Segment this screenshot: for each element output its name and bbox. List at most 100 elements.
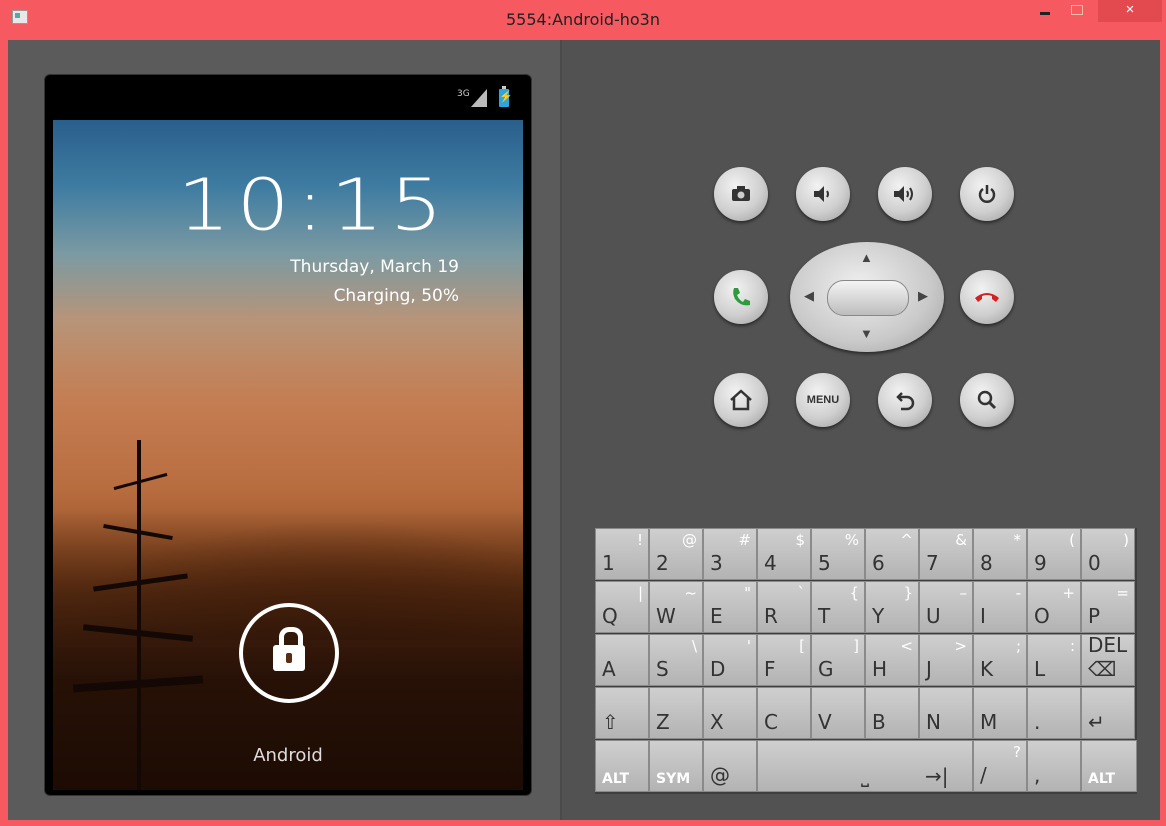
key-4-9[interactable]: . bbox=[1027, 687, 1081, 739]
sym-key[interactable]: SYM bbox=[649, 740, 703, 792]
at-key[interactable]: @ bbox=[703, 740, 757, 792]
call-button[interactable] bbox=[714, 270, 768, 324]
key-1-8[interactable]: 8 * bbox=[973, 528, 1027, 580]
key-4-7[interactable]: N bbox=[919, 687, 973, 739]
lock-icon bbox=[273, 645, 305, 671]
key-4-5[interactable]: V bbox=[811, 687, 865, 739]
minimize-button[interactable] bbox=[1032, 0, 1058, 22]
minimize-icon bbox=[1040, 12, 1050, 15]
key-2-6[interactable]: Y} bbox=[865, 581, 919, 633]
key-4-6[interactable]: B bbox=[865, 687, 919, 739]
key-3-3[interactable]: D ' bbox=[703, 634, 757, 686]
unlock-button[interactable] bbox=[239, 603, 339, 703]
camera-button[interactable] bbox=[714, 167, 768, 221]
key-3-8[interactable]: K; bbox=[973, 634, 1027, 686]
key-2-2[interactable]: W ~ bbox=[649, 581, 703, 633]
key-2-7[interactable]: U – bbox=[919, 581, 973, 633]
volume-down-button[interactable] bbox=[796, 167, 850, 221]
volume-up-button[interactable] bbox=[878, 167, 932, 221]
charging-status: Charging, 50% bbox=[333, 286, 459, 306]
key-1-3[interactable]: 3 # bbox=[703, 528, 757, 580]
key-1-1[interactable]: 1! bbox=[595, 528, 649, 580]
key-2-9[interactable]: O + bbox=[1027, 581, 1081, 633]
key-1-6[interactable]: 6 ^ bbox=[865, 528, 919, 580]
comma-key[interactable]: , bbox=[1027, 740, 1081, 792]
back-button[interactable] bbox=[878, 373, 932, 427]
key-label: O bbox=[1034, 604, 1050, 628]
key-2-10[interactable]: P = bbox=[1081, 581, 1135, 633]
home-button[interactable] bbox=[714, 373, 768, 427]
key-alt-label: @ bbox=[682, 531, 697, 549]
key-4-1[interactable]: ⇧ bbox=[595, 687, 649, 739]
dpad-center-button[interactable] bbox=[827, 280, 909, 316]
close-button[interactable]: × bbox=[1098, 0, 1162, 22]
menu-button[interactable]: MENU bbox=[796, 373, 850, 427]
key-3-4[interactable]: F[ bbox=[757, 634, 811, 686]
search-icon bbox=[977, 390, 997, 410]
key-label: E bbox=[710, 604, 723, 628]
key-3-9[interactable]: L: bbox=[1027, 634, 1081, 686]
key-alt-label: } bbox=[903, 584, 913, 602]
device-pane: 3G 10:15 Thursday, March 19 Ch bbox=[8, 40, 562, 820]
key-label: H bbox=[872, 657, 888, 681]
key-label: G bbox=[818, 657, 834, 681]
hardware-controls-pane: ▲ ▼ ◀ ▶ MENU 1! 2 @3 #4 $5% 6 ^ 7 & 8 * 9(0) Q | W ~ E " R… bbox=[562, 40, 1160, 820]
key-label: 8 bbox=[980, 551, 993, 575]
emulator-window: 5554:Android-ho3n × 3G ⚡ 10:15 Thursday,… bbox=[0, 0, 1166, 826]
key-1-2[interactable]: 2 @ bbox=[649, 528, 703, 580]
key-3-2[interactable]: S \ bbox=[649, 634, 703, 686]
key-4-10[interactable]: ↵ bbox=[1081, 687, 1135, 739]
key-4-4[interactable]: C bbox=[757, 687, 811, 739]
key-4-3[interactable]: X bbox=[703, 687, 757, 739]
key-2-5[interactable]: T{ bbox=[811, 581, 865, 633]
alt-left-key[interactable]: ALT bbox=[595, 740, 649, 792]
key-3-7[interactable]: J > bbox=[919, 634, 973, 686]
key-label: M bbox=[980, 710, 998, 734]
key-2-1[interactable]: Q | bbox=[595, 581, 649, 633]
power-button[interactable] bbox=[960, 167, 1014, 221]
alt-right-key[interactable]: ALT bbox=[1081, 740, 1137, 792]
key-label: V bbox=[818, 710, 832, 734]
key-1-10[interactable]: 0) bbox=[1081, 528, 1135, 580]
key-label: 2 bbox=[656, 551, 669, 575]
key-alt-label: % bbox=[844, 531, 859, 549]
key-label: ↵ bbox=[1088, 710, 1105, 734]
key-2-8[interactable]: I- bbox=[973, 581, 1027, 633]
key-alt-label: – bbox=[959, 584, 968, 602]
dpad[interactable]: ▲ ▼ ◀ ▶ bbox=[790, 242, 944, 352]
key-label: B bbox=[872, 710, 886, 734]
key-alt-label: ; bbox=[1015, 637, 1021, 655]
key-label: W bbox=[656, 604, 676, 628]
key-3-5[interactable]: G] bbox=[811, 634, 865, 686]
key-label: 9 bbox=[1034, 551, 1047, 575]
key-3-6[interactable]: H < bbox=[865, 634, 919, 686]
tab-key[interactable]: →| bbox=[919, 740, 973, 792]
key-1-9[interactable]: 9( bbox=[1027, 528, 1081, 580]
dpad-up-icon[interactable]: ▲ bbox=[860, 250, 873, 265]
title-bar[interactable]: 5554:Android-ho3n × bbox=[0, 0, 1166, 40]
key-2-3[interactable]: E " bbox=[703, 581, 757, 633]
key-label: N bbox=[926, 710, 941, 734]
status-bar: 3G bbox=[45, 75, 531, 120]
dpad-right-icon[interactable]: ▶ bbox=[918, 288, 928, 304]
key-label: T bbox=[818, 604, 831, 628]
key-1-5[interactable]: 5% bbox=[811, 528, 865, 580]
key-alt-label: " bbox=[744, 584, 751, 602]
key-1-4[interactable]: 4 $ bbox=[757, 528, 811, 580]
end-call-button[interactable] bbox=[960, 270, 1014, 324]
key-3-1[interactable]: A bbox=[595, 634, 649, 686]
key-label: D bbox=[710, 657, 726, 681]
dpad-down-icon[interactable]: ▼ bbox=[860, 326, 873, 341]
key-2-4[interactable]: R ` bbox=[757, 581, 811, 633]
key-4-2[interactable]: Z bbox=[649, 687, 703, 739]
key-1-7[interactable]: 7 & bbox=[919, 528, 973, 580]
maximize-button[interactable] bbox=[1064, 0, 1090, 22]
key-alt-label: - bbox=[1015, 584, 1021, 602]
emulator-client-area: 3G 10:15 Thursday, March 19 Ch bbox=[8, 40, 1160, 820]
search-button[interactable] bbox=[960, 373, 1014, 427]
key-3-10[interactable]: DEL ⌫ bbox=[1081, 633, 1135, 686]
dpad-left-icon[interactable]: ◀ bbox=[804, 288, 814, 304]
key-4-8[interactable]: M bbox=[973, 687, 1027, 739]
slash-key[interactable]: /? bbox=[973, 740, 1027, 792]
lockscreen[interactable]: 10:15 Thursday, March 19 Charging, 50% A… bbox=[53, 120, 523, 790]
